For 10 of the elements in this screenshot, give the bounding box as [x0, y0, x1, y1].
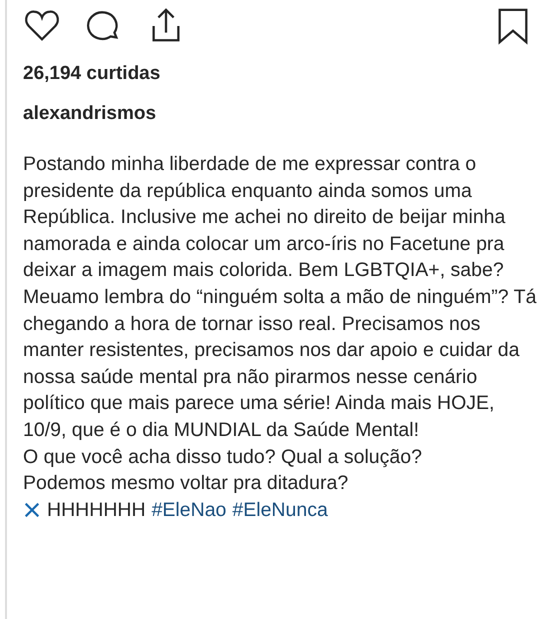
- caption-text: Meuamo lembra do “ninguém solta a mão de ninguém”? Tá chegando a hora de tornar isso real. Precisamos nos manter resistentes, precisamos nos dar apoio e cuidar da nossa saúde mental pra não pirarmos nesse cenário político que mais parece uma série! Ainda mais HOJE, 10/9, que é o dia MUNDIAL da Saúde Mental!: [23, 284, 538, 443]
- likes-count: 26,194 curtidas: [23, 63, 162, 85]
- username[interactable]: alexandrismos: [23, 103, 538, 125]
- caption-text: O que você acha disso tudo? Qual a solução?: [23, 444, 423, 470]
- hashtag-link[interactable]: #EleNao: [152, 496, 226, 524]
- caption-text: Postando minha liberdade de me expressar contra o presidente da república enquanto ainda somos uma República. Inclusive me achei no direito de beijar minha namorada e ainda colocar um arco-íris no Facetune pra deixar a imagem mais colorida. Bem LGBTQIA+, sabe?: [23, 152, 506, 284]
- hashtag-link[interactable]: #EleNunca: [232, 496, 328, 524]
- caption-text: Podemos mesmo voltar pra ditadura?: [23, 471, 350, 496]
- caption-text: HHHHHHH: [47, 498, 146, 523]
- close-icon[interactable]: [23, 501, 41, 520]
